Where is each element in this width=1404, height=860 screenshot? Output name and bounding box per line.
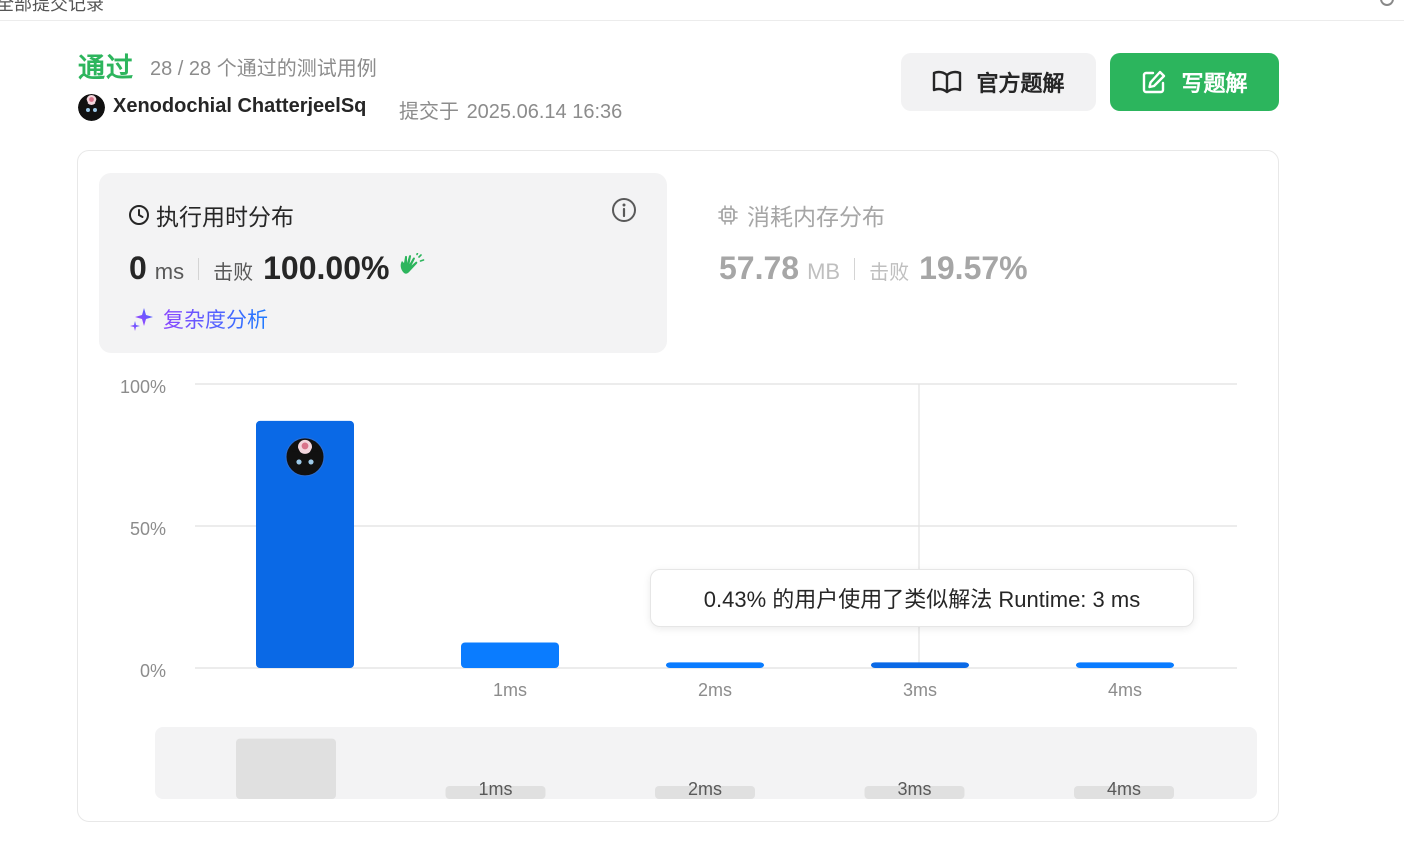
- complexity-analysis-link[interactable]: 复杂度分析: [129, 304, 268, 334]
- clapping-hands-icon: [397, 252, 425, 284]
- x-tick-label: 3ms: [903, 680, 937, 700]
- edit-icon: [1143, 70, 1166, 94]
- chart-overview-scrollbar[interactable]: 1ms 2ms 3ms 4ms: [155, 727, 1257, 799]
- memory-unit: MB: [807, 259, 841, 284]
- runtime-distribution-chart[interactable]: 100% 50% 0% 1ms 2ms 3ms 4ms: [100, 370, 1260, 710]
- write-solution-button[interactable]: 写题解: [1110, 53, 1279, 111]
- runtime-beat-label: 击败: [213, 262, 254, 284]
- runtime-value: 0: [129, 250, 147, 286]
- x-tick-label: 1ms: [493, 680, 527, 700]
- clock-icon: [129, 205, 149, 225]
- runtime-value-row: 0 ms 击败 100.00%: [129, 250, 425, 287]
- divider: [854, 257, 856, 280]
- y-tick-label: 0%: [140, 661, 166, 681]
- y-tick-label: 100%: [120, 377, 166, 397]
- write-solution-label: 写题解: [1181, 71, 1248, 96]
- sparkle-icon: [130, 308, 153, 331]
- book-icon: [933, 70, 962, 94]
- official-solution-label: 官方题解: [976, 71, 1065, 96]
- submit-label: 提交于: [399, 101, 459, 123]
- memory-title-label: 消耗内存分布: [747, 204, 885, 230]
- submit-time: 2025.06.14 16:36: [466, 101, 623, 123]
- memory-beat-label: 击败: [869, 262, 910, 284]
- memory-beat-value: 19.57%: [919, 250, 1028, 286]
- avatar-marker: [285, 437, 325, 477]
- divider: [198, 257, 200, 280]
- overview-tick-label: 3ms: [897, 779, 931, 799]
- official-solution-button[interactable]: 官方题解: [901, 53, 1096, 111]
- test-cases-count: 28 / 28 个通过的测试用例: [150, 58, 377, 80]
- memory-value: 57.78: [719, 250, 800, 286]
- submit-info: 提交于 2025.06.14 16:36: [397, 95, 622, 124]
- info-icon[interactable]: [611, 197, 637, 228]
- avatar[interactable]: [78, 94, 105, 121]
- y-tick-label: 50%: [130, 519, 166, 539]
- runtime-title-label: 执行用时分布: [156, 204, 294, 230]
- breadcrumb[interactable]: 全部提交记录: [0, 0, 104, 16]
- overview-tick-label: 2ms: [688, 779, 722, 799]
- chart-bar: [666, 662, 764, 668]
- top-bar: 全部提交记录: [0, 0, 1404, 21]
- memory-value-row: 57.78 MB 击败 19.57%: [719, 250, 1028, 287]
- x-tick-label: 2ms: [698, 680, 732, 700]
- overview-bar: [236, 738, 336, 799]
- runtime-unit: ms: [154, 259, 185, 284]
- chart-bar: [461, 642, 559, 668]
- chart-tooltip: 0.43% 的用户使用了类似解法 Runtime: 3 ms: [650, 569, 1194, 627]
- chart-bar: [871, 662, 969, 668]
- username[interactable]: Xenodochial ChatterjeelSq: [113, 95, 366, 118]
- status-label: 通过: [78, 53, 134, 83]
- chart-bar: [1076, 662, 1174, 668]
- memory-tab[interactable]: 消耗内存分布: [717, 198, 885, 232]
- overview-tick-label: 4ms: [1107, 779, 1141, 799]
- complexity-analysis-label: 复杂度分析: [163, 304, 268, 334]
- corner-icon[interactable]: [1380, 0, 1394, 6]
- x-tick-label: 4ms: [1108, 680, 1142, 700]
- overview-tick-label: 1ms: [478, 779, 512, 799]
- runtime-beat-value: 100.00%: [263, 250, 390, 286]
- runtime-title: 执行用时分布: [128, 198, 294, 232]
- chip-icon: [718, 205, 738, 225]
